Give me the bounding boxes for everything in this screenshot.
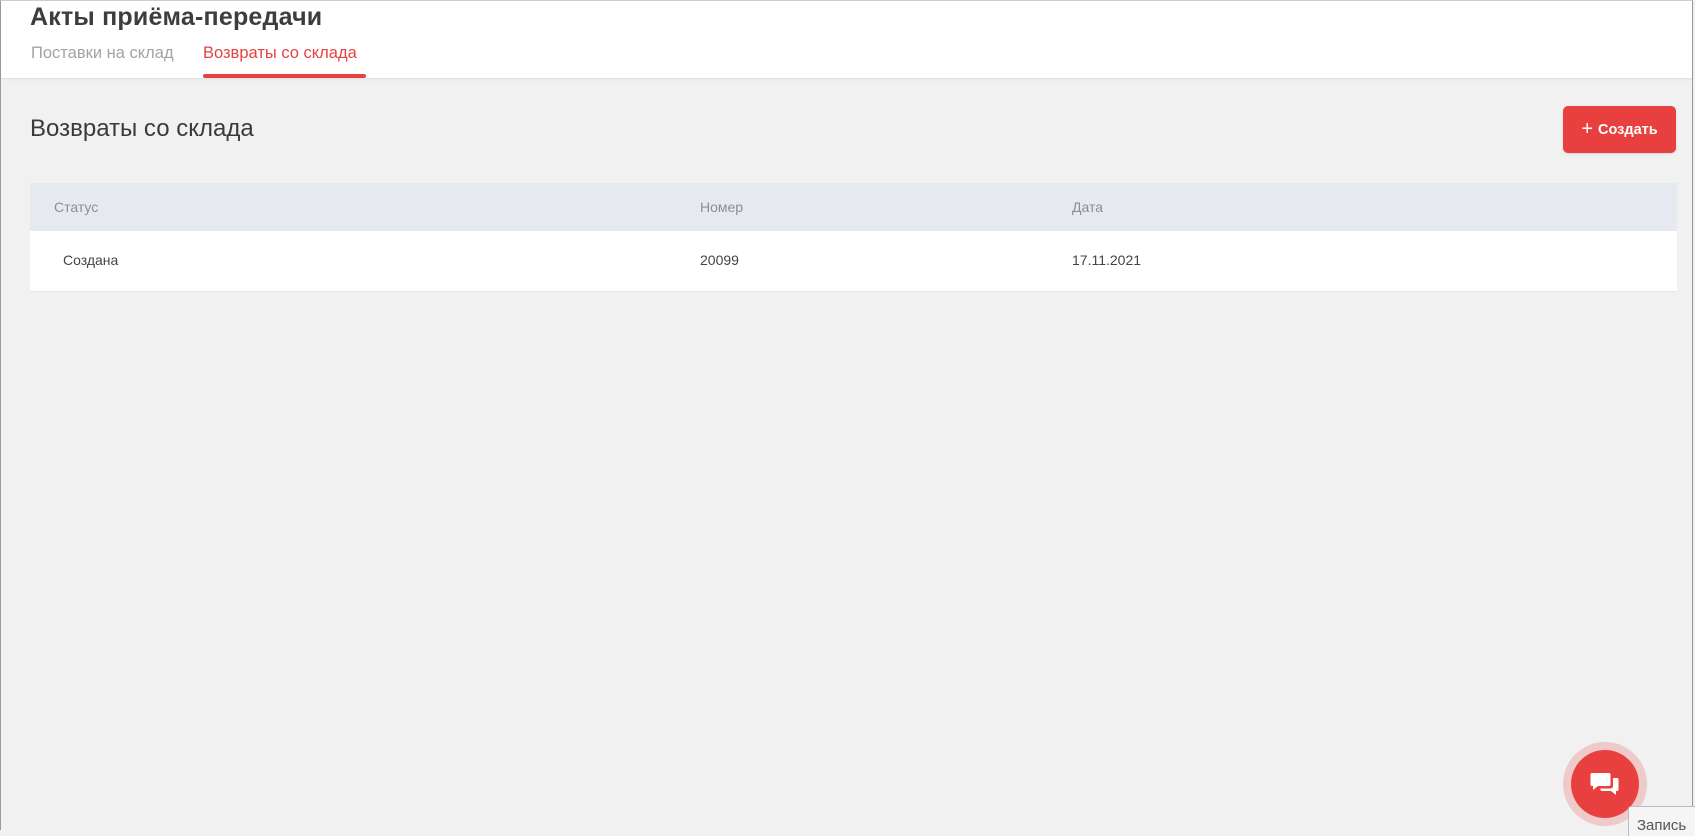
returns-table: Статус Номер Дата Создана 20099 17.11.20… (30, 183, 1677, 292)
column-header-status[interactable]: Статус (54, 199, 98, 215)
table-row[interactable]: Создана 20099 17.11.2021 (30, 231, 1677, 292)
table-header-row: Статус Номер Дата (30, 183, 1677, 231)
cell-number: 20099 (700, 252, 739, 268)
chat-bubbles-icon (1590, 773, 1619, 795)
active-tab-indicator (203, 74, 366, 78)
page-title: Акты приёма-передачи (30, 3, 323, 31)
tab-supplies-to-warehouse[interactable]: Поставки на склад (31, 44, 174, 79)
plus-icon: + (1581, 117, 1594, 140)
create-button-label: Создать (1598, 121, 1658, 138)
record-tab[interactable]: Запись (1628, 806, 1695, 836)
column-header-date[interactable]: Дата (1072, 199, 1103, 215)
page-header: Акты приёма-передачи Поставки на склад В… (1, 1, 1692, 79)
column-header-number[interactable]: Номер (700, 199, 743, 215)
cell-status: Создана (63, 252, 119, 268)
cell-date: 17.11.2021 (1072, 252, 1142, 268)
section-title: Возвраты со склада (30, 115, 254, 142)
create-button[interactable]: + Создать (1563, 106, 1676, 153)
